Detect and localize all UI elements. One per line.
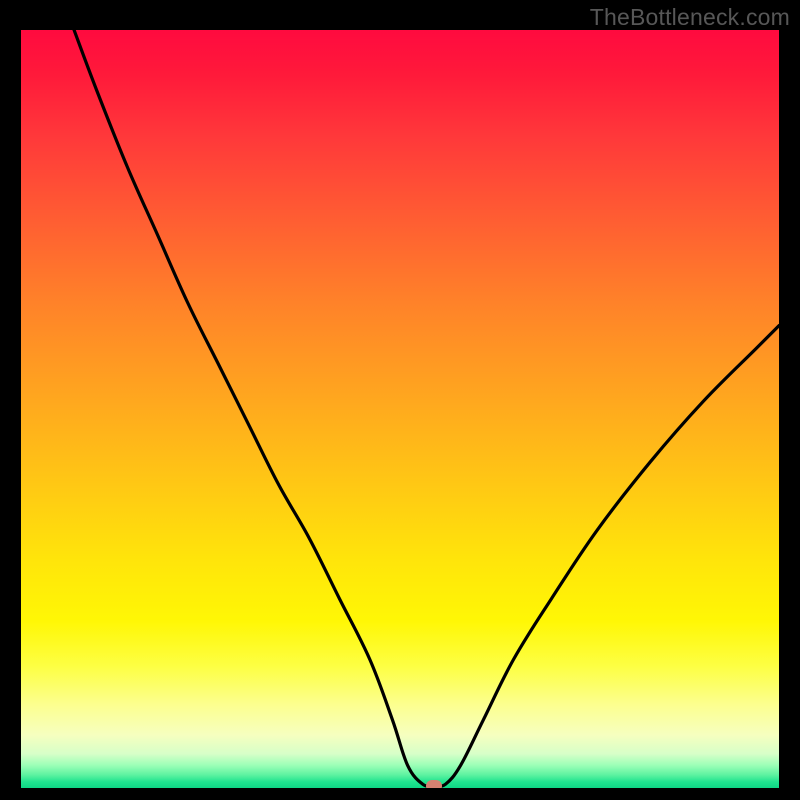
watermark-text: TheBottleneck.com bbox=[590, 4, 790, 31]
plot-area bbox=[21, 30, 779, 788]
chart-frame: TheBottleneck.com bbox=[0, 0, 800, 800]
minimum-marker bbox=[426, 780, 442, 788]
plot-outer bbox=[21, 30, 779, 788]
bottleneck-curve bbox=[21, 30, 779, 788]
